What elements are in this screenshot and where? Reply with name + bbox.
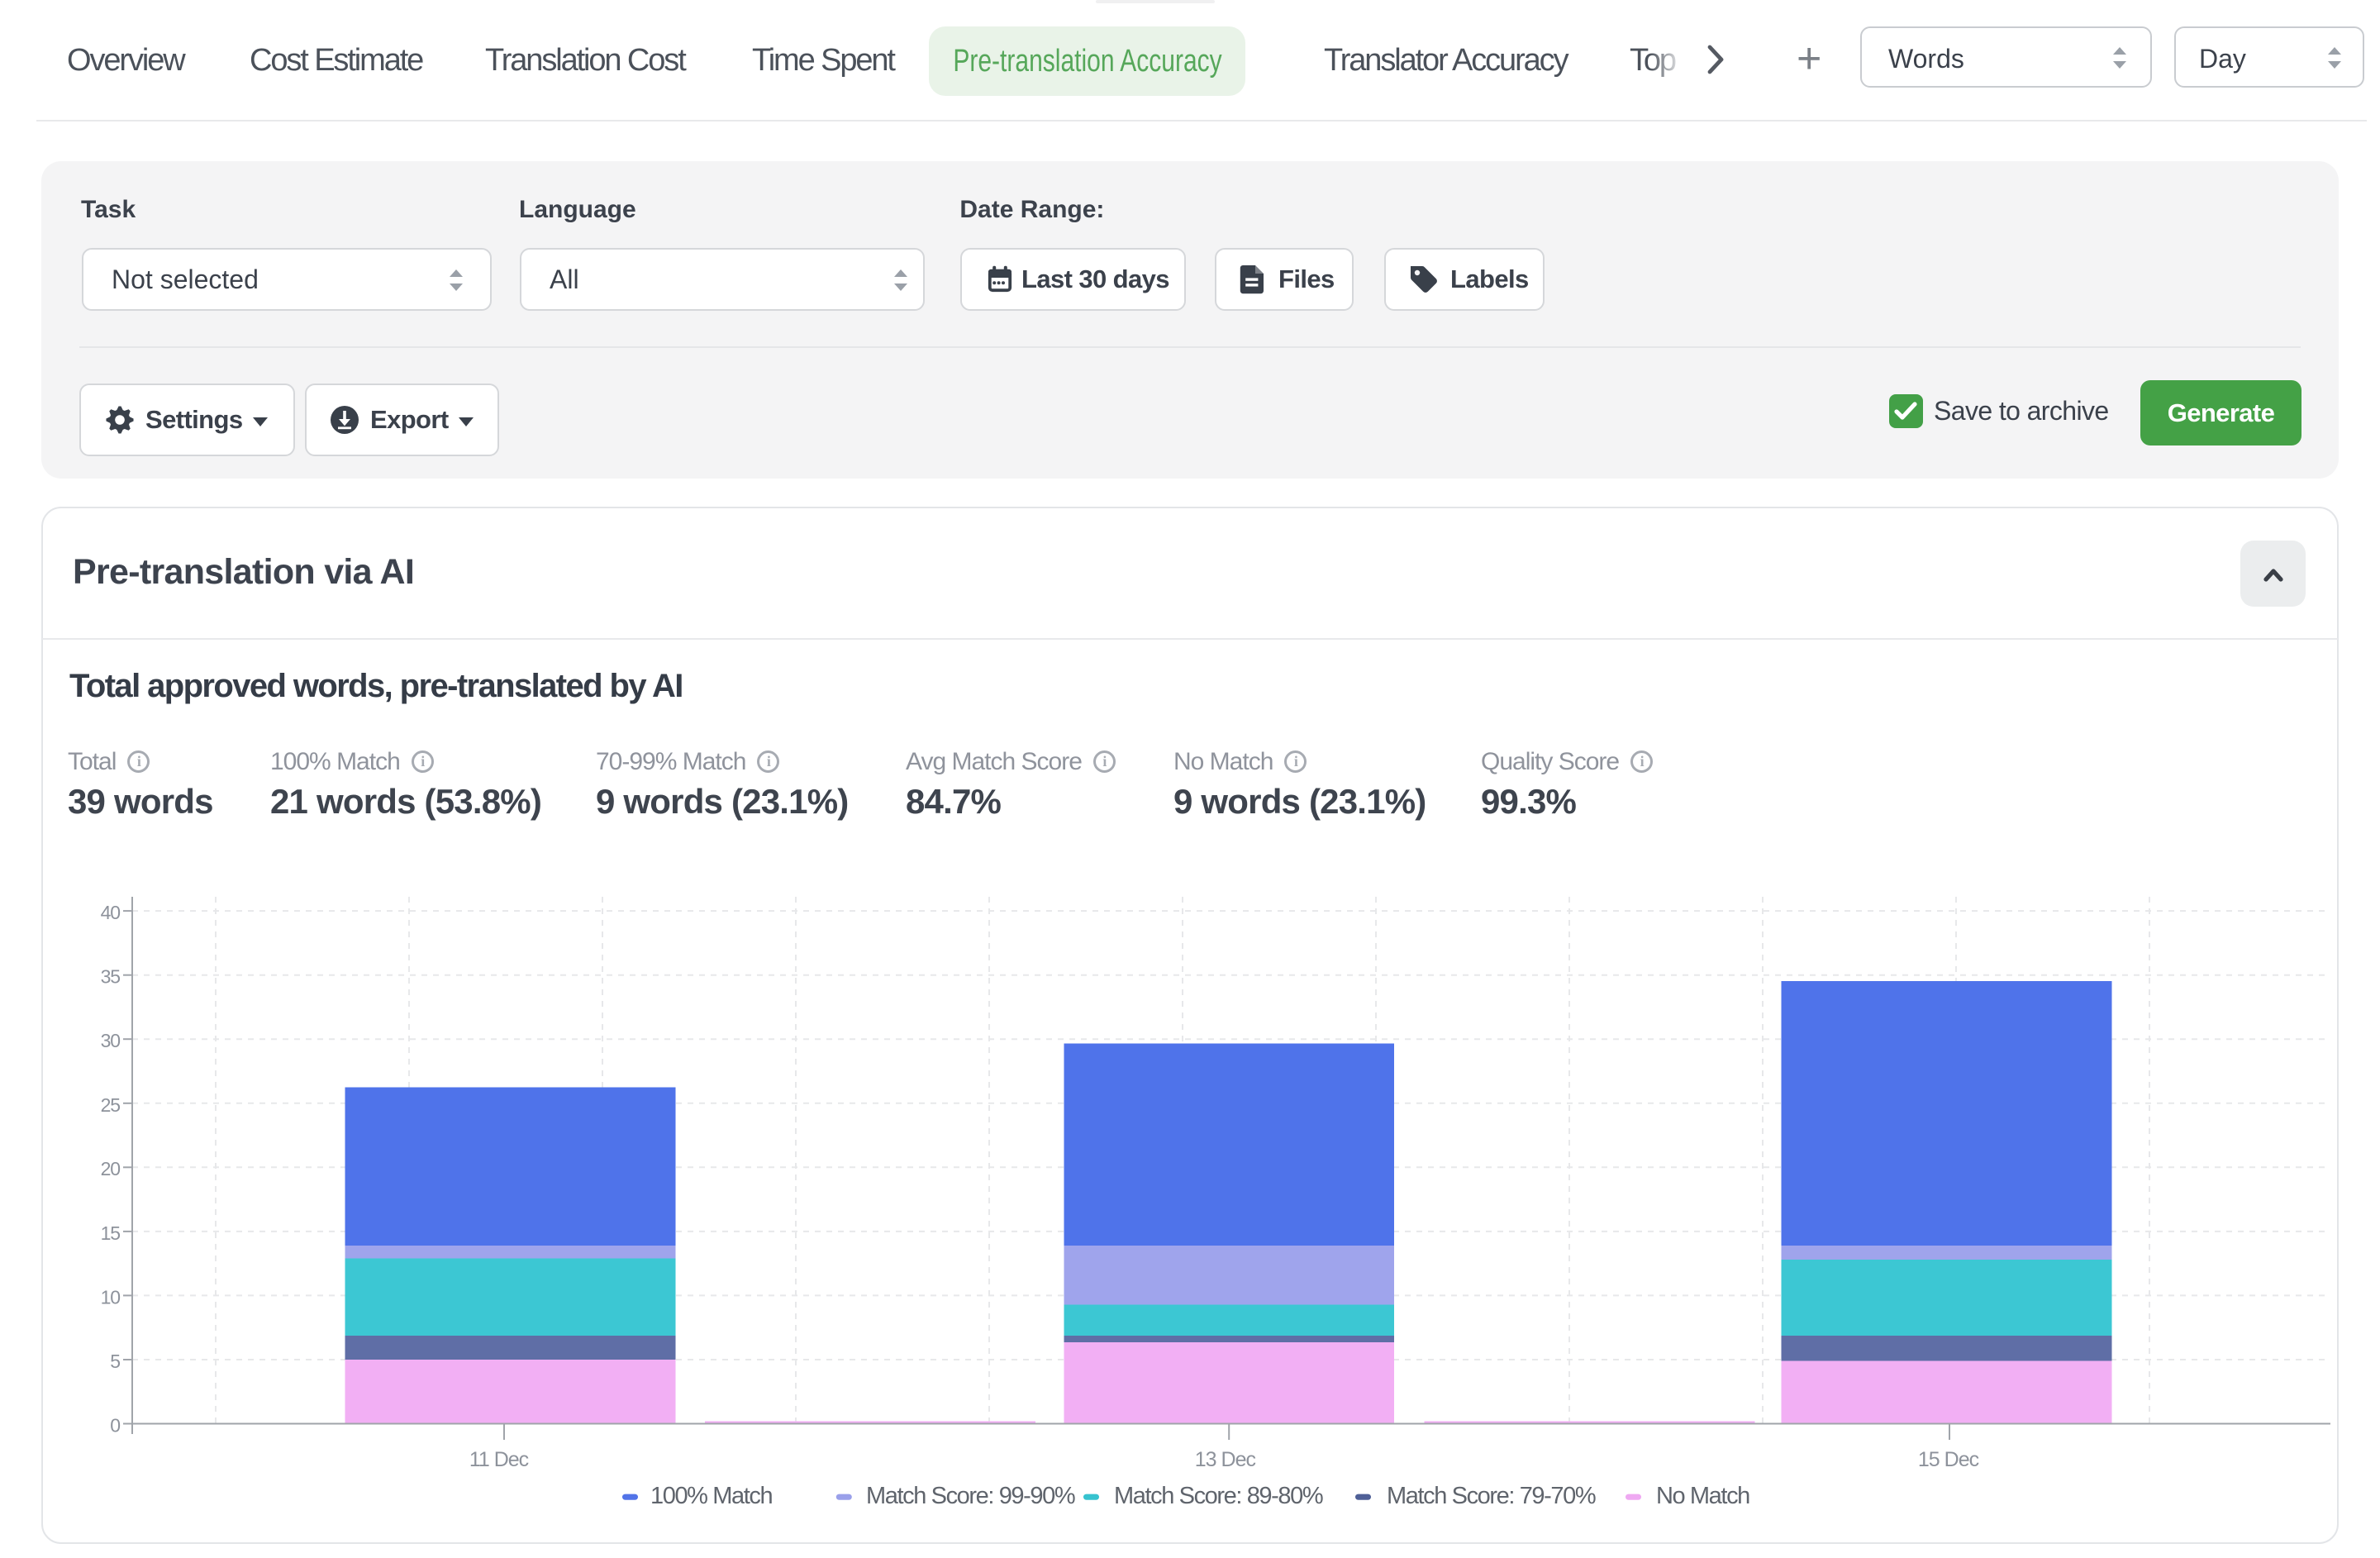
svg-text:15 Dec: 15 Dec — [1918, 1448, 1979, 1471]
svg-text:No Match: No Match — [1656, 1483, 1749, 1509]
svg-text:11 Dec: 11 Dec — [469, 1448, 529, 1471]
svg-text:30: 30 — [101, 1030, 121, 1051]
svg-text:40: 40 — [101, 902, 121, 923]
svg-text:100% Match: 100% Match — [650, 1483, 772, 1509]
svg-text:20: 20 — [101, 1158, 121, 1179]
svg-text:Match Score: 99-90%: Match Score: 99-90% — [866, 1483, 1075, 1509]
svg-text:35: 35 — [101, 966, 121, 988]
svg-text:5: 5 — [110, 1351, 120, 1372]
svg-text:0: 0 — [110, 1415, 120, 1437]
svg-text:Match Score: 89-80%: Match Score: 89-80% — [1114, 1483, 1323, 1509]
svg-text:10: 10 — [101, 1286, 121, 1308]
svg-text:25: 25 — [101, 1094, 121, 1116]
svg-text:Match Score: 79-70%: Match Score: 79-70% — [1387, 1483, 1596, 1509]
svg-text:15: 15 — [101, 1222, 121, 1244]
svg-text:13 Dec: 13 Dec — [1195, 1448, 1256, 1471]
